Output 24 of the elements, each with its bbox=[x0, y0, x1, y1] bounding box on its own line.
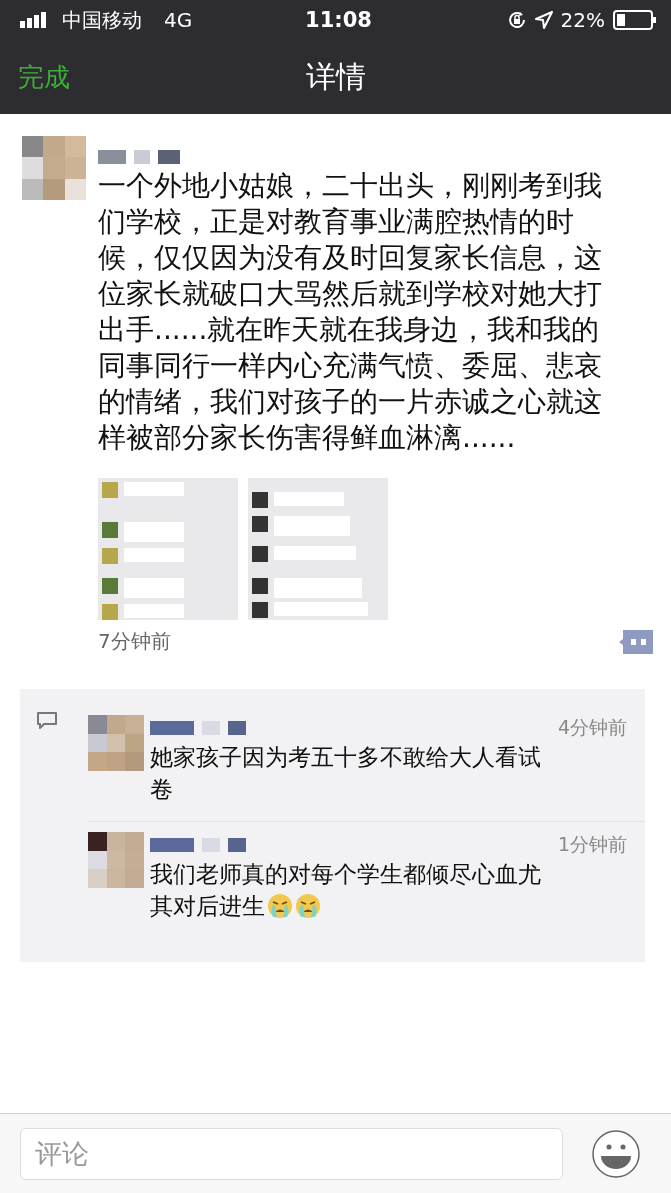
battery-icon bbox=[613, 10, 657, 30]
location-arrow-icon bbox=[534, 11, 553, 29]
comment-menu-icon[interactable] bbox=[619, 629, 653, 654]
carrier-name: 中国移动 bbox=[62, 6, 142, 34]
pixelated-name[interactable] bbox=[150, 838, 246, 852]
battery-percent: 22% bbox=[560, 8, 605, 32]
clock-time: 11:08 bbox=[305, 8, 372, 32]
comment-field[interactable]: 评论 bbox=[20, 1127, 563, 1180]
pixelated-name[interactable] bbox=[150, 721, 246, 735]
page-title: 详情 bbox=[305, 58, 366, 94]
crying-emoji-icon bbox=[267, 893, 293, 919]
smiley-icon[interactable] bbox=[591, 1128, 641, 1179]
post-time: 7分钟前 bbox=[98, 628, 171, 655]
post-text: 一个外地小姑娘，二十出头，刚刚考到我们学校，正是对教育事业满腔热情的时候，仅仅因为没有及时回复家长信息，这位家长就破口大骂然后就到学校对她大打出手......就在昨天就在我身边，我和我的同事同行一样内心充满气愤、委屈、悲哀的情绪，我们对孩子的一片赤诚之心就这样被部分家长伤害得鲜血淋漓...... bbox=[98, 168, 603, 456]
network-type: 4G bbox=[164, 8, 193, 32]
comment-text: 我们老师真的对每个学生都倾尽心血尤其对后进生 bbox=[150, 860, 542, 921]
speech-bubble-icon bbox=[36, 711, 58, 731]
comment-time: 1分钟前 bbox=[557, 832, 627, 857]
comment-text: 她家孩子因为考五十多不敢给大人看试卷 bbox=[150, 743, 542, 804]
rotation-lock-icon bbox=[506, 10, 527, 30]
crying-emoji-icon bbox=[295, 893, 321, 919]
comment-time: 4分钟前 bbox=[557, 715, 627, 740]
pixelated-avatar[interactable] bbox=[88, 832, 144, 888]
done-button[interactable]: 完成 bbox=[18, 59, 70, 95]
